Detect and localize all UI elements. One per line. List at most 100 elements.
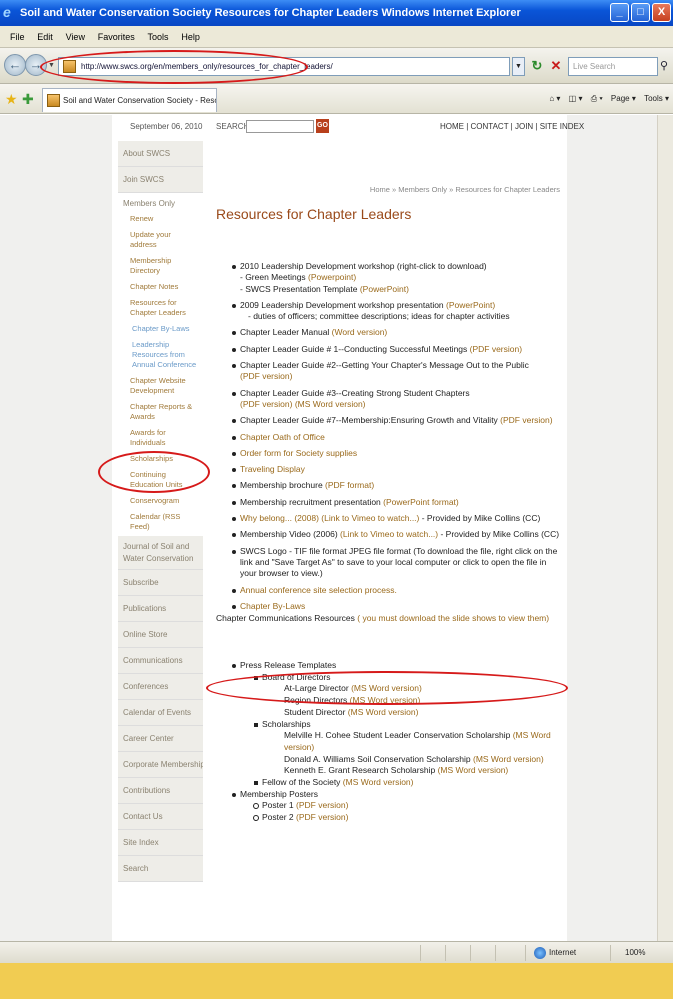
sidebar-item-publications[interactable]: Publications <box>118 596 203 622</box>
workshop-2010-link[interactable]: 2010 Leadership Development workshop (ri… <box>240 261 487 271</box>
sidebar-item-conferences[interactable]: Conferences <box>118 674 203 700</box>
sidebar-item-site-index[interactable]: Site Index <box>118 830 203 856</box>
poster1-link[interactable]: (PDF version) <box>296 800 348 810</box>
sidebar-item-scholarships[interactable]: Scholarships <box>118 452 203 468</box>
sidebar-item-resources-current[interactable]: Resources for Chapter Leaders <box>118 296 203 322</box>
search-go-button[interactable]: GO <box>316 119 329 133</box>
bylaws-link[interactable]: Chapter By-Laws <box>240 601 305 611</box>
history-dropdown-icon[interactable]: ▼ <box>48 62 55 69</box>
communications-list: Press Release Templates Board of Directo… <box>232 660 562 824</box>
guide3-word-link[interactable]: (MS Word version) <box>295 399 366 409</box>
sidebar-item-contributions[interactable]: Contributions <box>118 778 203 804</box>
communications-heading: Chapter Communications Resources ( you m… <box>216 613 556 623</box>
sidebar-item-renew[interactable]: Renew <box>118 212 203 228</box>
sidebar-item-leadership-resources[interactable]: Leadership Resources from Annual Confere… <box>118 338 203 374</box>
traveling-display-link[interactable]: Traveling Display <box>240 464 305 474</box>
sidebar-item-calendar-rss[interactable]: Calendar (RSS Feed) <box>118 510 203 536</box>
brochure-link[interactable]: (PDF format) <box>325 480 374 490</box>
logo-tif-link[interactable]: TIF file format <box>294 546 346 556</box>
student-link[interactable]: (MS Word version) <box>348 707 419 717</box>
stop-icon[interactable]: ✕ <box>548 58 564 74</box>
guide3-pdf-link[interactable]: (PDF version) <box>240 399 292 409</box>
feeds-icon[interactable]: ◫ ▾ <box>569 94 583 103</box>
maximize-button[interactable]: □ <box>631 3 650 22</box>
guide2-link[interactable]: (PDF version) <box>240 371 292 381</box>
sidebar-item-about[interactable]: About SWCS <box>118 141 203 167</box>
tools-menu[interactable]: Tools ▾ <box>644 94 669 103</box>
sidebar-item-online-store[interactable]: Online Store <box>118 622 203 648</box>
sidebar-item-update-address[interactable]: Update your address <box>118 228 203 254</box>
sidebar-item-chapter-notes[interactable]: Chapter Notes <box>118 280 203 296</box>
poster2-link[interactable]: (PDF version) <box>296 812 348 822</box>
menu-file[interactable]: File <box>10 26 25 48</box>
close-button[interactable]: X <box>652 3 671 22</box>
green-meetings-link[interactable]: (Powerpoint) <box>308 272 356 282</box>
favorites-star-icon[interactable]: ★ <box>5 91 18 107</box>
page-menu[interactable]: Page ▾ <box>611 94 636 103</box>
logo-jpeg-link[interactable]: JPEG file format <box>349 546 411 556</box>
sidebar-item-join[interactable]: Join SWCS <box>118 167 203 193</box>
sidebar-item-journal[interactable]: Journal of Soil and Water Conservation <box>118 536 203 570</box>
list-item: SWCS Logo - TIF file format JPEG file fo… <box>232 546 562 580</box>
guide1-link[interactable]: (PDF version) <box>470 344 522 354</box>
site-search-input[interactable] <box>246 120 314 133</box>
search-magnifier-icon[interactable]: ⚲ <box>660 57 673 76</box>
menu-tools[interactable]: Tools <box>148 26 169 48</box>
sidebar-item-ceu[interactable]: Continuing Education Units <box>118 468 203 494</box>
menu-edit[interactable]: Edit <box>37 26 53 48</box>
oath-link[interactable]: Chapter Oath of Office <box>240 432 325 442</box>
sidebar-item-reports-awards[interactable]: Chapter Reports & Awards <box>118 400 203 426</box>
presentation-template-link[interactable]: (PowerPoint) <box>360 284 409 294</box>
at-large-link[interactable]: (MS Word version) <box>351 683 422 693</box>
fellow-link[interactable]: (MS Word version) <box>343 777 414 787</box>
why-belong-credit: - Provided by Mike Collins (CC) <box>419 513 541 524</box>
refresh-icon[interactable]: ↻ <box>529 58 545 74</box>
zoom-level[interactable]: 100% <box>625 942 645 964</box>
address-input[interactable]: http://www.swcs.org/en/members_only/reso… <box>58 57 510 76</box>
sidebar-item-communications[interactable]: Communications <box>118 648 203 674</box>
back-button[interactable]: ← <box>4 54 26 76</box>
sidebar-item-career-center[interactable]: Career Center <box>118 726 203 752</box>
why-belong-link[interactable]: Why belong... (2008) <box>240 513 321 523</box>
sidebar-item-calendar-events[interactable]: Calendar of Events <box>118 700 203 726</box>
sidebar-item-contact[interactable]: Contact Us <box>118 804 203 830</box>
address-dropdown-icon[interactable]: ▼ <box>512 57 525 76</box>
sidebar-item-corporate[interactable]: Corporate Membership <box>118 752 203 778</box>
workshop-2009-desc: - duties of officers; committee descript… <box>248 311 510 322</box>
minimize-button[interactable]: _ <box>610 3 629 22</box>
browser-tab-active[interactable]: Soil and Water Conservation Society - Re… <box>42 88 217 112</box>
vertical-scrollbar[interactable] <box>657 115 673 941</box>
home-icon[interactable]: ⌂ ▾ <box>549 94 560 103</box>
sidebar-item-website-dev[interactable]: Chapter Website Development <box>118 374 203 400</box>
sidebar-item-conservogram[interactable]: Conservogram <box>118 494 203 510</box>
list-item: Poster 2 (PDF version) <box>232 812 562 824</box>
breadcrumb[interactable]: Home » Members Only » Resources for Chap… <box>360 185 560 194</box>
add-favorite-icon[interactable]: ✚ <box>22 91 34 107</box>
guide7-link[interactable]: (PDF version) <box>500 415 552 425</box>
live-search-input[interactable]: Live Search <box>568 57 658 76</box>
sidebar-item-search[interactable]: Search <box>118 856 203 882</box>
grant-link[interactable]: (MS Word version) <box>438 765 509 775</box>
poster1-label: Poster 1 <box>262 800 297 811</box>
region-link[interactable]: (MS Word version) <box>350 695 421 705</box>
membership-video-link[interactable]: (Link to Vimeo to watch...) <box>340 529 438 539</box>
sidebar-item-subscribe[interactable]: Subscribe <box>118 570 203 596</box>
why-belong-vimeo-link[interactable]: (Link to Vimeo to watch...) <box>321 513 419 523</box>
top-nav-links[interactable]: HOME | CONTACT | JOIN | SITE INDEX <box>440 122 584 131</box>
site-selection-link[interactable]: Annual conference site selection process… <box>240 585 397 595</box>
menu-favorites[interactable]: Favorites <box>98 26 135 48</box>
order-form-link[interactable]: Order form for Society supplies <box>240 448 357 458</box>
print-icon[interactable]: ⎙ ▾ <box>591 94 603 103</box>
sidebar-item-chapter-bylaws[interactable]: Chapter By-Laws <box>118 322 203 338</box>
sidebar-item-individual-awards[interactable]: Awards for Individuals <box>118 426 203 452</box>
leader-manual-link[interactable]: (Word version) <box>332 327 388 337</box>
sidebar-members-only[interactable]: Members Only <box>118 193 203 212</box>
forward-button[interactable]: → <box>25 54 47 76</box>
sidebar-item-directory[interactable]: Membership Directory <box>118 254 203 280</box>
menu-view[interactable]: View <box>66 26 85 48</box>
menu-help[interactable]: Help <box>181 26 200 48</box>
workshop-2009-link[interactable]: (PowerPoint) <box>446 300 495 310</box>
williams-link[interactable]: (MS Word version) <box>473 754 544 764</box>
list-item: 2009 Leadership Development workshop pre… <box>232 300 562 323</box>
recruitment-link[interactable]: (PowerPoint format) <box>383 497 459 507</box>
